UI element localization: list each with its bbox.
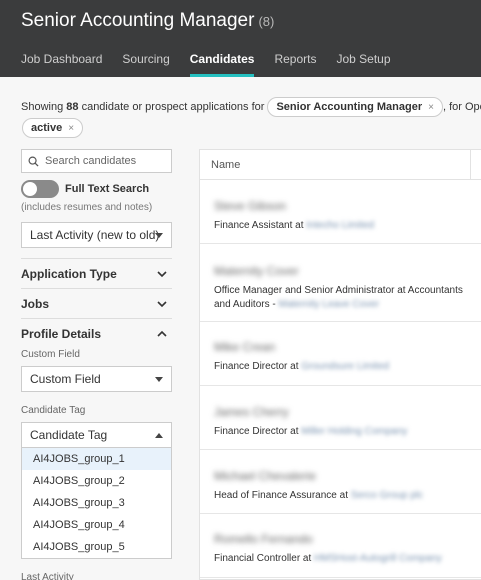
table-row[interactable]: Mike Crean Finance Director at Groundsure… xyxy=(200,322,481,386)
custom-field-value: Custom Field xyxy=(30,372,101,386)
tab-candidates[interactable]: Candidates xyxy=(189,52,255,77)
chevron-up-icon xyxy=(157,330,167,337)
candidate-name[interactable]: James Cherry xyxy=(214,405,481,419)
company-name: Groundsure Limited xyxy=(301,361,390,372)
full-text-toggle[interactable] xyxy=(21,180,59,198)
company-name: Serco Group plc xyxy=(350,490,424,501)
tag-option[interactable]: AI4JOBS_group_4 xyxy=(22,514,171,536)
full-text-label: Full Text Search xyxy=(65,183,150,195)
company-name: Intecho Limited xyxy=(306,220,375,231)
tag-option[interactable]: AI4JOBS_group_2 xyxy=(22,470,171,492)
section-label: Profile Details xyxy=(21,326,102,341)
table-row[interactable]: James Cherry Finance Director at Miller H… xyxy=(200,386,481,450)
section-label: Application Type xyxy=(21,266,117,281)
candidates-table: Name Steve Gibson Finance Assistant at In… xyxy=(199,149,481,580)
job-title: Senior Accounting Manager xyxy=(21,10,255,31)
filter-prefix: Showing xyxy=(21,100,67,113)
tab-job-setup[interactable]: Job Setup xyxy=(336,52,390,77)
remove-status-filter-icon[interactable]: × xyxy=(68,123,74,134)
top-bar: Senior Accounting Manager (8) Job Dashboa… xyxy=(0,0,481,77)
chevron-down-icon xyxy=(157,301,167,308)
page-title: Senior Accounting Manager (8) xyxy=(21,10,274,32)
tab-nav: Job Dashboard Sourcing Candidates Report… xyxy=(21,52,391,77)
candidate-role: Office Manager and Senior Administrator … xyxy=(214,284,481,312)
sort-select[interactable]: Last Activity (new to old) xyxy=(21,222,172,248)
table-header: Name xyxy=(200,150,481,180)
role-text: Financial Controller at xyxy=(214,553,315,564)
candidate-name[interactable]: Maternity Cover xyxy=(214,264,481,278)
search-box xyxy=(21,149,172,173)
full-text-row: Full Text Search xyxy=(21,180,149,198)
toggle-knob xyxy=(23,182,37,196)
search-icon xyxy=(28,156,39,167)
role-text: Finance Assistant at xyxy=(214,220,307,231)
tag-option[interactable]: AI4JOBS_group_1 xyxy=(22,448,171,470)
company-name: Maternity Leave Cover xyxy=(278,299,380,310)
candidate-name[interactable]: Romello Fernando xyxy=(214,532,481,546)
sort-value: Last Activity (new to old) xyxy=(30,228,160,242)
candidate-name[interactable]: Mike Crean xyxy=(214,340,481,354)
company-name: HMSHost-Autogrill Company xyxy=(314,553,442,564)
candidate-name[interactable]: Michael Chevalerie xyxy=(214,469,481,483)
section-profile-details[interactable]: Profile Details xyxy=(21,318,172,348)
column-name-header[interactable]: Name xyxy=(211,159,240,171)
job-filter-label: Senior Accounting Manager xyxy=(276,101,423,113)
tab-sourcing[interactable]: Sourcing xyxy=(122,52,169,77)
candidate-tag-label: Candidate Tag xyxy=(21,405,86,416)
candidate-tag-select[interactable]: Candidate Tag xyxy=(21,422,172,448)
caret-down-icon xyxy=(155,377,163,382)
chevron-down-icon xyxy=(157,271,167,278)
caret-up-icon xyxy=(155,433,163,438)
result-count: 88 xyxy=(66,100,79,113)
candidate-role: Head of Finance Assurance at Serco Group… xyxy=(214,489,481,503)
table-row[interactable]: Romello Fernando Financial Controller at … xyxy=(200,514,481,578)
tag-option[interactable]: AI4JOBS_group_5 xyxy=(22,536,171,558)
remove-job-filter-icon[interactable]: × xyxy=(428,102,434,113)
candidate-name[interactable]: Steve Gibson xyxy=(214,199,481,213)
candidate-tag-dropdown: AI4JOBS_group_1 AI4JOBS_group_2 AI4JOBS_… xyxy=(21,448,172,559)
filter-text: candidate or prospect applications for xyxy=(78,100,268,113)
section-label: Jobs xyxy=(21,296,50,311)
role-text: Finance Director at xyxy=(214,361,302,372)
tab-job-dashboard[interactable]: Job Dashboard xyxy=(21,52,102,77)
candidate-role: Financial Controller at HMSHost-Autogril… xyxy=(214,552,481,566)
role-text: Finance Director at xyxy=(214,426,302,437)
caret-down-icon xyxy=(155,233,163,238)
full-text-hint: (includes resumes and notes) xyxy=(21,202,153,213)
tab-reports[interactable]: Reports xyxy=(274,52,316,77)
role-text: Head of Finance Assurance at xyxy=(214,490,351,501)
custom-field-select[interactable]: Custom Field xyxy=(21,366,172,392)
filter-suffix: , for Open jobs xyxy=(442,100,481,113)
column-divider xyxy=(470,150,471,180)
section-application-type[interactable]: Application Type xyxy=(21,258,172,288)
candidate-role: Finance Director at Groundsure Limited xyxy=(214,360,481,374)
table-row[interactable]: Maternity Cover Office Manager and Senior… xyxy=(200,244,481,322)
section-jobs[interactable]: Jobs xyxy=(21,288,172,318)
candidate-role: Finance Director at Miller Holding Compa… xyxy=(214,425,481,439)
table-row[interactable]: Steve Gibson Finance Assistant at Intecho… xyxy=(200,180,481,244)
job-filter-pill: Senior Accounting Manager × xyxy=(267,97,443,117)
custom-field-label: Custom Field xyxy=(21,349,80,360)
status-filter-label: active xyxy=(31,122,63,134)
table-row[interactable]: Michael Chevalerie Head of Finance Assura… xyxy=(200,450,481,514)
company-name: Miller Holding Company xyxy=(301,426,408,437)
search-input[interactable] xyxy=(45,155,165,167)
candidate-role: Finance Assistant at Intecho Limited xyxy=(214,219,481,233)
filter-summary: Showing 88 candidate or prospect applica… xyxy=(21,97,481,117)
tag-option[interactable]: AI4JOBS_group_3 xyxy=(22,492,171,514)
last-activity-label: Last Activity xyxy=(21,572,74,580)
job-count: (8) xyxy=(258,14,275,29)
status-filter-pill: active × xyxy=(22,118,84,138)
candidate-tag-value: Candidate Tag xyxy=(30,428,108,442)
